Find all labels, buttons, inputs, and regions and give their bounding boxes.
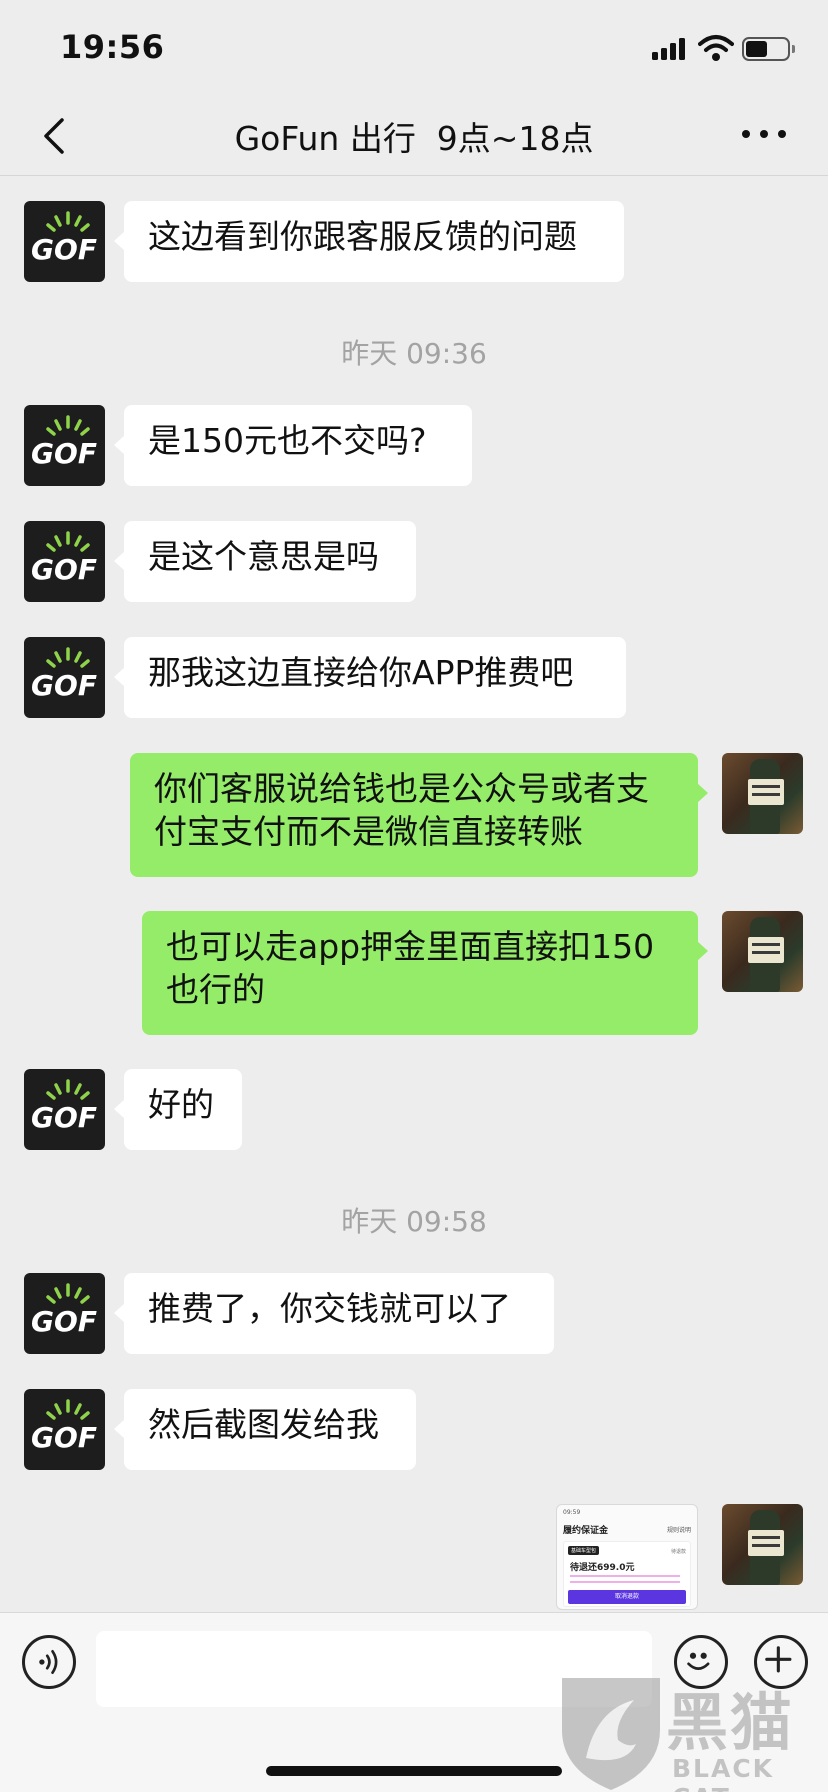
message-bubble[interactable]: 是150元也不交吗? (114, 405, 472, 486)
nav-bar: GoFun 出行 9点~18点 (0, 96, 828, 176)
message-bubble[interactable]: 推费了，你交钱就可以了 (114, 1273, 554, 1354)
status-bar: 19:56 (0, 0, 828, 96)
watermark-cn: 黑猫 (666, 1686, 795, 1759)
message-bubble[interactable]: 你们客服说给钱也是公众号或者支付宝支付而不是微信直接转账 (130, 753, 708, 877)
thumb-tag: 基础车型包 (568, 1546, 600, 1555)
gofun-logo-text: GOF (31, 233, 97, 266)
gofun-logo-icon: GOF (31, 531, 97, 586)
gofun-avatar[interactable]: GOF (24, 521, 105, 602)
cellular-signal-icon (652, 38, 686, 60)
gofun-avatar[interactable]: GOF (24, 1273, 105, 1354)
battery-level (746, 41, 767, 57)
user-avatar[interactable] (722, 753, 803, 834)
gofun-avatar[interactable]: GOF (24, 405, 105, 486)
watermark-en: BLACK CAT (672, 1754, 775, 1792)
thumb-card-status: 待退款 (670, 1549, 686, 1555)
thumb-title: 履约保证金 (563, 1526, 609, 1536)
back-chevron-icon[interactable] (38, 114, 72, 158)
gofun-logo-text: GOF (31, 1101, 97, 1134)
thumb-cancel-button: 取消退款 (568, 1590, 686, 1604)
cat-shield-logo-icon (562, 1678, 660, 1790)
message-bubble[interactable]: 然后截图发给我 (114, 1389, 416, 1470)
thumb-amount: 待退还699.0元 (570, 1563, 635, 1573)
gofun-avatar[interactable]: GOF (24, 1069, 105, 1150)
user-avatar[interactable] (722, 1504, 803, 1585)
screenshot-thumbnail[interactable]: 09:59 履约保证金 规则说明 基础车型包 待退款 待退还699.0元 取消退… (556, 1504, 698, 1610)
timestamp: 昨天 09:58 (341, 1205, 487, 1238)
gofun-avatar[interactable]: GOF (24, 637, 105, 718)
gofun-logo-text: GOF (31, 669, 97, 702)
message-bubble[interactable]: 那我这边直接给你APP推费吧 (114, 637, 626, 718)
gofun-logo-text: GOF (31, 553, 97, 586)
thumb-note-lines (570, 1575, 680, 1583)
gofun-logo-icon: GOF (31, 211, 97, 266)
gofun-logo-icon: GOF (31, 647, 97, 702)
gofun-logo-icon: GOF (31, 1399, 97, 1454)
user-avatar[interactable] (722, 911, 803, 992)
more-options-icon[interactable] (742, 130, 786, 142)
thumb-status-time: 09:59 (563, 1509, 581, 1516)
gofun-avatar[interactable]: GOF (24, 201, 105, 282)
status-time: 19:56 (60, 28, 165, 66)
gofun-logo-text: GOF (31, 437, 97, 470)
gofun-logo-icon: GOF (31, 415, 97, 470)
home-indicator (266, 1766, 562, 1776)
battery-icon (742, 37, 795, 61)
message-bubble[interactable]: 这边看到你跟客服反馈的问题 (114, 201, 624, 282)
gofun-logo-text: GOF (31, 1421, 97, 1454)
chat-title: GoFun 出行 9点~18点 (234, 119, 594, 158)
thumb-card: 基础车型包 待退款 待退还699.0元 取消退款 (563, 1541, 691, 1607)
message-bubble[interactable]: 是这个意思是吗 (114, 521, 416, 602)
gofun-logo-icon: GOF (31, 1079, 97, 1134)
voice-input-button[interactable] (22, 1635, 76, 1689)
gofun-logo-text: GOF (31, 1305, 97, 1338)
wifi-icon (698, 35, 734, 61)
message-bubble[interactable]: 好的 (114, 1069, 242, 1150)
black-cat-watermark: 黑猫 BLACK CAT (556, 1670, 828, 1792)
voice-icon (39, 1650, 58, 1674)
gofun-avatar[interactable]: GOF (24, 1389, 105, 1470)
gofun-logo-icon: GOF (31, 1283, 97, 1338)
thumb-help: 规则说明 (666, 1527, 691, 1534)
message-bubble[interactable]: 也可以走app押金里面直接扣150也行的 (142, 911, 708, 1035)
timestamp: 昨天 09:36 (341, 337, 487, 370)
